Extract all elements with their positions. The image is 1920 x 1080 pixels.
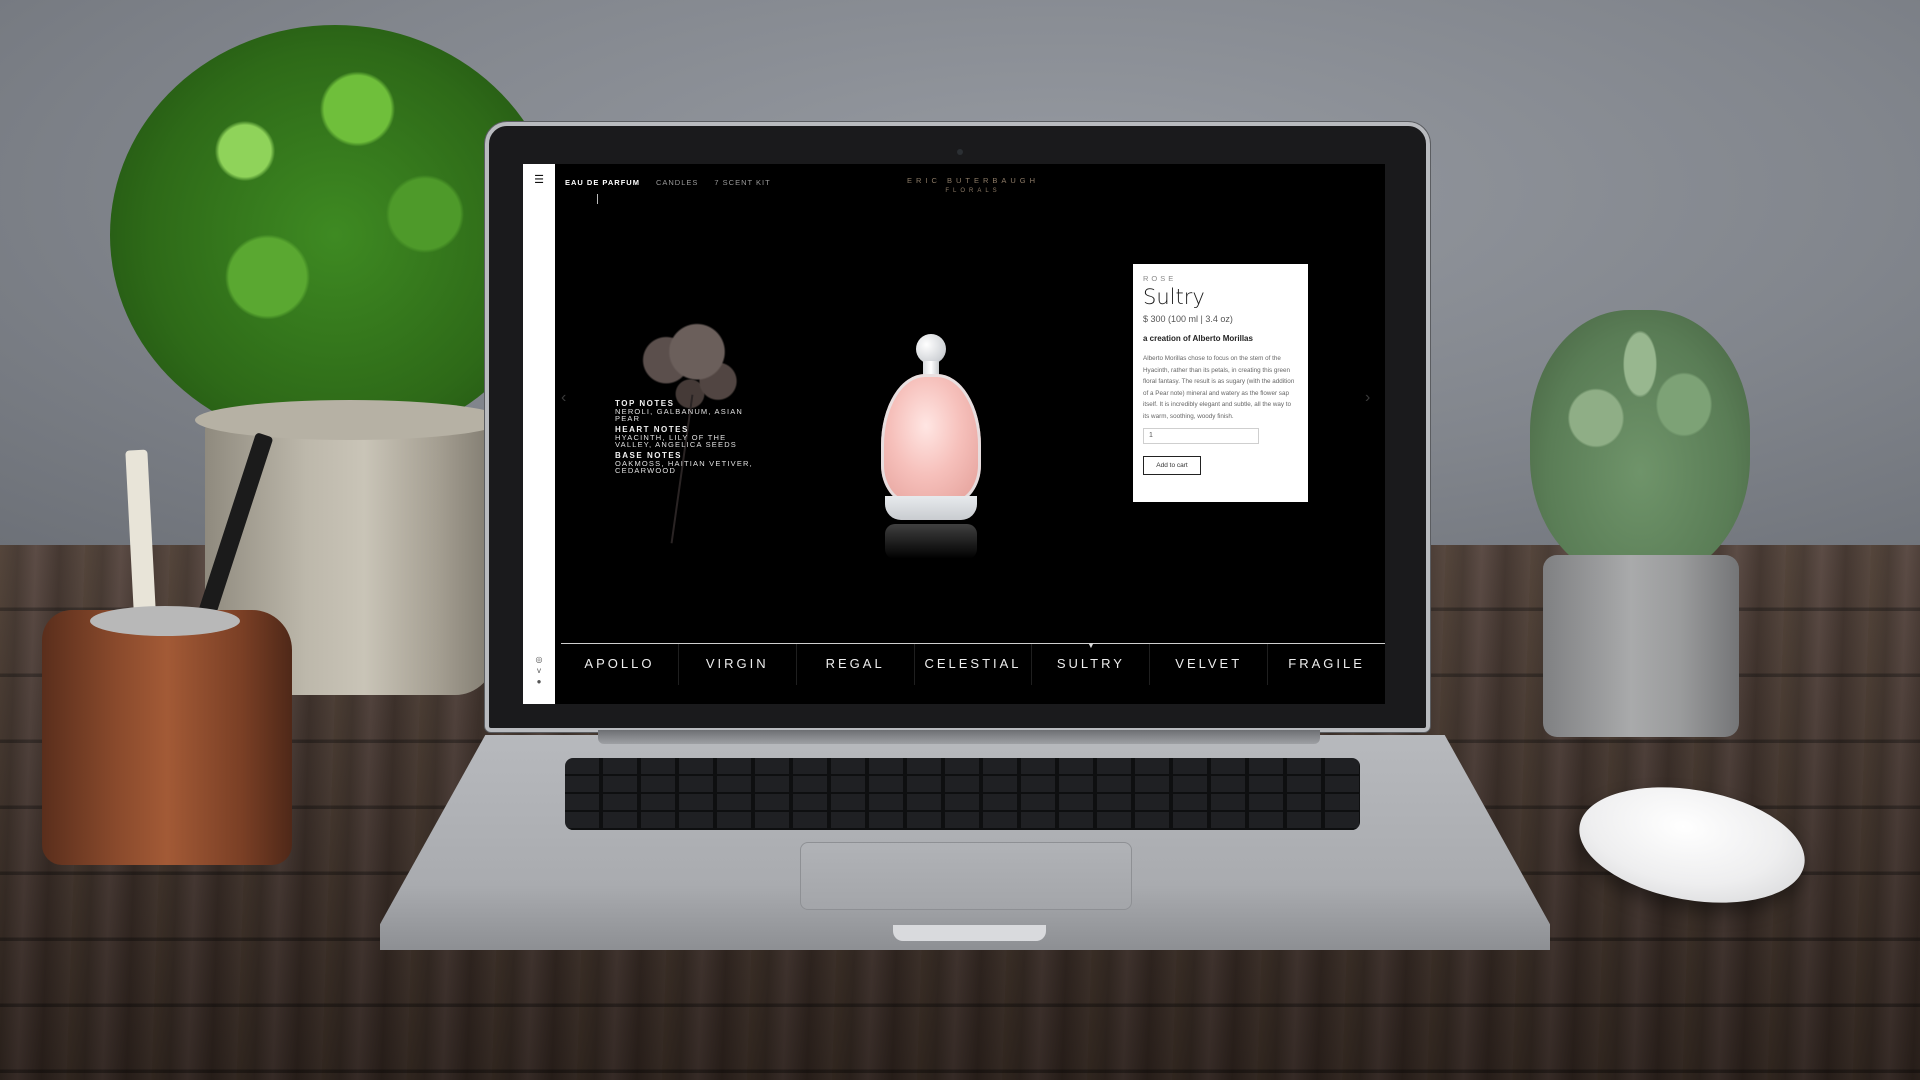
keyboard [565,758,1360,830]
text-cursor [597,194,598,204]
collection-navigation: ▼ APOLLO VIRGIN REGAL CELESTIAL SULTRY V… [561,641,1385,685]
collection-regal[interactable]: REGAL [797,644,915,685]
nav-eau-de-parfum[interactable]: EAU DE PARFUM [565,178,640,192]
lid-notch [893,925,1046,941]
laptop-screen: ☰ ◎ v ● EAU DE PARFUM CANDLES 7 SCENT KI… [523,164,1385,704]
brand-name: ERIC BUTERBAUGH [906,176,1040,185]
collection-sultry[interactable]: SULTRY [1032,644,1151,685]
collection-celestial[interactable]: CELESTIAL [915,644,1033,685]
laptop-hinge [598,730,1320,744]
bottle-base [885,496,977,520]
collection-virgin[interactable]: VIRGIN [679,644,797,685]
succulent-plant [1530,310,1750,580]
top-navigation: EAU DE PARFUM CANDLES 7 SCENT KIT [565,178,771,192]
base-notes-value: OAKMOSS, HAITIAN VETIVER, CEDARWOOD [615,459,753,475]
hamburger-menu-icon[interactable]: ☰ [532,174,546,186]
bottle-body [881,374,981,504]
add-to-cart-button[interactable]: Add to cart [1143,456,1201,475]
heart-notes-value: HYACINTH, LILY OF THE VALLEY, ANGELICA S… [615,433,738,449]
next-arrow-icon[interactable]: › [1365,389,1370,407]
bottle-reflection [885,524,977,559]
product-price: $ 300 (100 ml | 3.4 oz) [1143,314,1233,324]
bottle-stopper [916,334,946,364]
nav-7-scent-kit[interactable]: 7 SCENT KIT [714,178,770,192]
collection-apollo[interactable]: APOLLO [561,644,679,685]
product-card: ROSE Sultry $ 300 (100 ml | 3.4 oz) a cr… [1133,264,1308,502]
previous-arrow-icon[interactable]: ‹ [561,389,566,407]
product-name: Sultry [1143,285,1205,309]
product-category: ROSE [1143,274,1177,283]
collection-fragile[interactable]: FRAGILE [1268,644,1385,685]
camera-icon [957,149,963,155]
concrete-pot [1543,555,1739,737]
selected-marker-icon: ▼ [1087,641,1095,650]
nav-candles[interactable]: CANDLES [656,178,698,192]
fragrance-notes: TOP NOTES NEROLI, GALBANUM, ASIAN PEAR H… [615,396,755,474]
brand-logo[interactable]: ERIC BUTERBAUGH FLORALS [853,176,1093,194]
wooden-pen-holder [42,606,292,865]
product-creator: a creation of Alberto Morillas [1143,334,1253,343]
twitter-icon[interactable]: v [533,665,545,676]
perfume-bottle-image [873,334,983,564]
quantity-input[interactable]: 1 [1143,428,1259,444]
instagram-icon[interactable]: ◎ [533,654,545,665]
brand-subtitle: FLORALS [945,188,1001,194]
product-description: Alberto Morillas chose to focus on the s… [1143,355,1295,420]
left-sidebar: ☰ ◎ v ● [523,164,555,704]
social-icons: ◎ v ● [533,654,545,687]
top-notes-value: NEROLI, GALBANUM, ASIAN PEAR [615,407,744,423]
collection-velvet[interactable]: VELVET [1150,644,1269,685]
trackpad [800,842,1132,910]
pinterest-icon[interactable]: ● [533,676,545,687]
